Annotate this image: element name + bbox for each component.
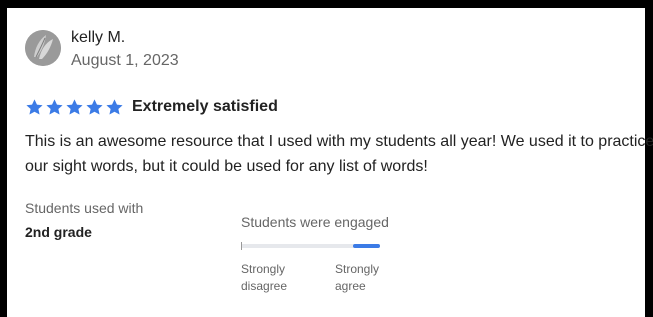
engagement-min-label-line1: Strongly [241,262,286,276]
rating-row: Extremely satisfied [25,97,631,117]
engagement-scale [241,242,380,250]
leaf-avatar-icon [25,30,61,66]
review-text: This is an awesome resource that I used … [25,133,653,175]
review-content: kelly M. August 1, 2023 Extremely satisf… [25,28,653,295]
engagement-min-label: Strongly disagree [241,261,301,295]
star-icon [86,98,103,115]
star-icon [106,98,123,115]
engagement-max-label-line1: Strongly [335,262,380,276]
students-used-with-value: 2nd grade [25,224,92,240]
reviewer-info: kelly M. August 1, 2023 [71,28,179,72]
engagement-max-label-line2: agree [335,279,366,293]
rating-label: Extremely satisfied [132,98,278,115]
students-used-with-label: Students used with [25,200,144,216]
reviewer-name[interactable]: kelly M. [71,27,179,49]
star-rating [25,98,125,117]
engagement-max-label: Strongly agree [335,261,395,295]
engagement-scale-fill [353,244,380,248]
star-icon [46,98,63,115]
review-card: kelly M. August 1, 2023 Extremely satisf… [0,0,653,317]
review-date: August 1, 2023 [71,52,179,69]
star-icon [66,98,83,115]
engagement-label: Students were engaged [241,214,389,230]
reviewer-header: kelly M. August 1, 2023 [25,28,631,72]
star-icon [26,98,43,115]
engagement-min-label-line2: disagree [241,279,288,293]
engagement-scale-start-tick [241,242,242,250]
review-meta: Students used with 2nd grade Students we… [25,200,631,295]
